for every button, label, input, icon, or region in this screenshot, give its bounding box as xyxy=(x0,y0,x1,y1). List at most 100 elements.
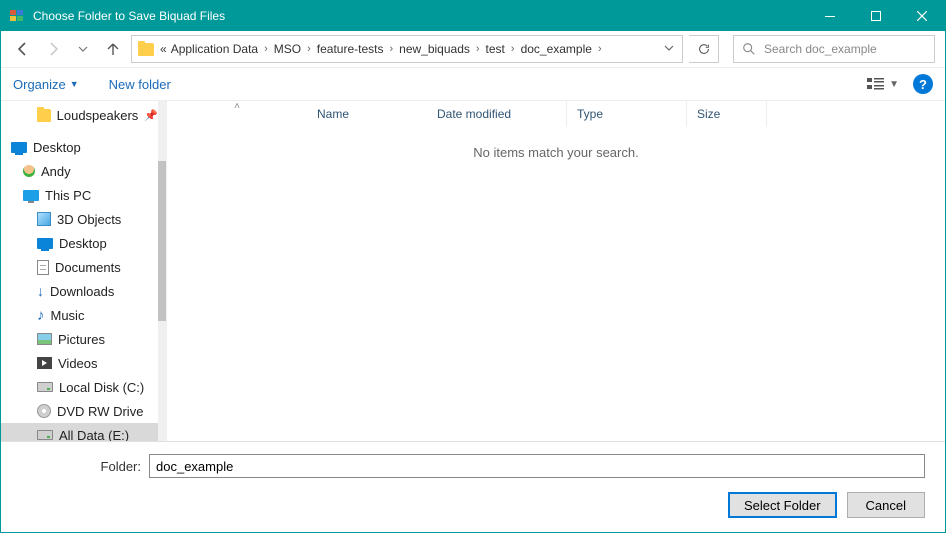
up-button[interactable] xyxy=(101,37,125,61)
tree-label: Videos xyxy=(58,356,98,371)
video-icon xyxy=(37,357,52,369)
chevron-right-icon[interactable]: › xyxy=(507,43,519,55)
column-name[interactable]: Name xyxy=(307,101,427,127)
nav-tree[interactable]: Loudspeakers 📌 Desktop Andy This PC 3D Ob… xyxy=(1,101,158,441)
title-bar: Choose Folder to Save Biquad Files xyxy=(1,1,945,31)
dvd-icon xyxy=(37,404,51,418)
maximize-button[interactable] xyxy=(853,1,899,31)
close-button[interactable] xyxy=(899,1,945,31)
pin-icon: 📌 xyxy=(144,109,158,122)
chevron-right-icon[interactable]: › xyxy=(260,43,272,55)
monitor-icon xyxy=(23,190,39,201)
address-bar[interactable]: « Application Data › MSO › feature-tests… xyxy=(131,35,683,63)
file-rows: No items match your search. xyxy=(167,127,945,441)
tree-label: All Data (E:) xyxy=(59,428,129,442)
folder-name-input[interactable] xyxy=(149,454,925,478)
breadcrumb-item[interactable]: Application Data xyxy=(169,40,260,58)
tree-label: Desktop xyxy=(59,236,107,251)
person-icon xyxy=(23,165,35,177)
tree-item-music[interactable]: ♪ Music xyxy=(1,303,158,327)
chevron-right-icon[interactable]: › xyxy=(594,43,606,55)
dialog-body: Loudspeakers 📌 Desktop Andy This PC 3D Ob… xyxy=(1,101,945,441)
window-title: Choose Folder to Save Biquad Files xyxy=(33,9,807,23)
chevron-right-icon[interactable]: › xyxy=(303,43,315,55)
recent-dropdown[interactable] xyxy=(71,37,95,61)
tree-item-documents[interactable]: Documents xyxy=(1,255,158,279)
view-options-button[interactable]: ▼ xyxy=(867,77,899,91)
refresh-button[interactable] xyxy=(689,35,719,63)
drive-icon xyxy=(37,382,53,392)
music-icon: ♪ xyxy=(37,307,45,324)
tree-item-desktop-sub[interactable]: Desktop xyxy=(1,231,158,255)
breadcrumb-item[interactable]: feature-tests xyxy=(315,40,386,58)
tree-item-desktop[interactable]: Desktop xyxy=(1,135,158,159)
tree-label: Andy xyxy=(41,164,71,179)
column-date[interactable]: Date modified xyxy=(427,101,567,127)
breadcrumb-prefix[interactable]: « xyxy=(158,40,169,58)
file-list: ˄ Name Date modified Type Size No items … xyxy=(166,101,945,441)
folder-label: Folder: xyxy=(21,459,141,474)
picture-icon xyxy=(37,333,52,345)
tree-scrollbar[interactable] xyxy=(158,101,166,441)
folder-icon xyxy=(136,39,156,59)
column-size[interactable]: Size xyxy=(687,101,767,127)
breadcrumb-item[interactable]: new_biquads xyxy=(397,40,472,58)
tree-label: Loudspeakers xyxy=(57,108,139,123)
tree-item-user[interactable]: Andy xyxy=(1,159,158,183)
tree-label: 3D Objects xyxy=(57,212,121,227)
forward-button[interactable] xyxy=(41,37,65,61)
search-icon xyxy=(742,42,756,56)
breadcrumb-item[interactable]: test xyxy=(484,40,507,58)
sort-indicator-col[interactable]: ˄ xyxy=(167,101,307,127)
scrollbar-thumb[interactable] xyxy=(158,161,166,321)
chevron-right-icon[interactable]: › xyxy=(472,43,484,55)
desktop-icon xyxy=(11,142,27,153)
new-folder-button[interactable]: New folder xyxy=(109,77,171,92)
tree-label: Documents xyxy=(55,260,121,275)
tree-label: Desktop xyxy=(33,140,81,155)
tree-item-videos[interactable]: Videos xyxy=(1,351,158,375)
empty-message: No items match your search. xyxy=(473,145,638,441)
organize-menu[interactable]: Organize▼ xyxy=(13,77,79,92)
tree-label: Local Disk (C:) xyxy=(59,380,144,395)
nav-toolbar: « Application Data › MSO › feature-tests… xyxy=(1,31,945,67)
tree-item-dvd[interactable]: DVD RW Drive xyxy=(1,399,158,423)
desktop-icon xyxy=(37,238,53,249)
breadcrumb-item[interactable]: doc_example xyxy=(519,40,594,58)
back-button[interactable] xyxy=(11,37,35,61)
tree-label: Downloads xyxy=(50,284,114,299)
search-input[interactable] xyxy=(764,42,926,56)
folder-icon xyxy=(37,109,51,122)
help-button[interactable]: ? xyxy=(913,74,933,94)
tree-item-all-data[interactable]: All Data (E:) xyxy=(1,423,158,441)
breadcrumb: « Application Data › MSO › feature-tests… xyxy=(158,40,606,58)
dialog-window: Choose Folder to Save Biquad Files « App… xyxy=(0,0,946,533)
column-headers: ˄ Name Date modified Type Size xyxy=(167,101,945,127)
chevron-right-icon[interactable]: › xyxy=(385,43,397,55)
search-box[interactable] xyxy=(733,35,935,63)
breadcrumb-item[interactable]: MSO xyxy=(272,40,303,58)
download-icon: ↓ xyxy=(37,283,44,299)
column-type[interactable]: Type xyxy=(567,101,687,127)
tree-item-downloads[interactable]: ↓ Downloads xyxy=(1,279,158,303)
chevron-down-icon: ▼ xyxy=(70,79,79,89)
tree-item-local-disk[interactable]: Local Disk (C:) xyxy=(1,375,158,399)
cancel-button[interactable]: Cancel xyxy=(847,492,925,518)
tree-item-pictures[interactable]: Pictures xyxy=(1,327,158,351)
minimize-button[interactable] xyxy=(807,1,853,31)
tree-label: DVD RW Drive xyxy=(57,404,143,419)
app-icon xyxy=(9,8,25,24)
command-bar: Organize▼ New folder ▼ ? xyxy=(1,67,945,101)
select-folder-button[interactable]: Select Folder xyxy=(728,492,837,518)
tree-label: Pictures xyxy=(58,332,105,347)
chevron-down-icon: ▼ xyxy=(889,79,899,90)
dialog-footer: Folder: Select Folder Cancel xyxy=(1,441,945,532)
tree-label: Music xyxy=(51,308,85,323)
tree-label: This PC xyxy=(45,188,91,203)
tree-item-3d-objects[interactable]: 3D Objects xyxy=(1,207,158,231)
tree-item-this-pc[interactable]: This PC xyxy=(1,183,158,207)
document-icon xyxy=(37,260,49,275)
cube-icon xyxy=(37,212,51,226)
address-dropdown[interactable] xyxy=(660,40,678,58)
tree-item-loudspeakers[interactable]: Loudspeakers 📌 xyxy=(1,103,158,127)
